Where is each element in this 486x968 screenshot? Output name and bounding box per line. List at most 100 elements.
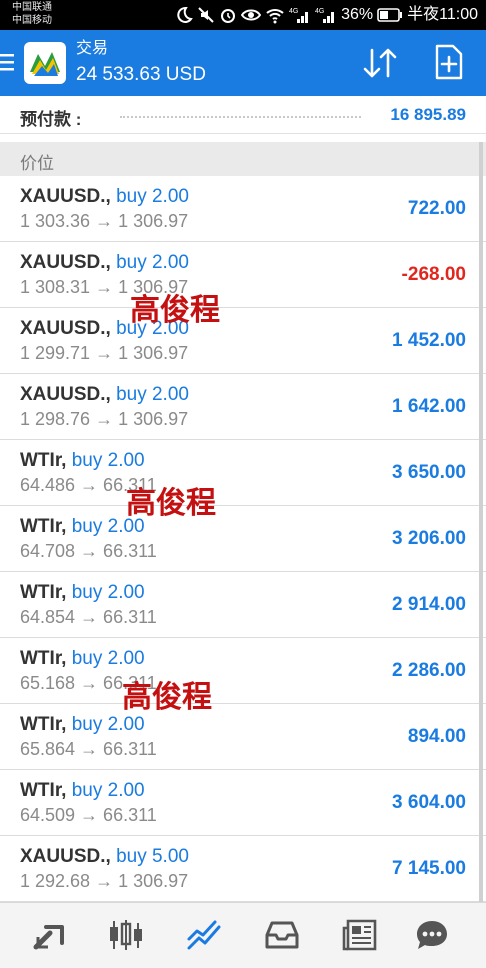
position-profit: 722.00 xyxy=(407,198,466,219)
position-prices: 65.864 → 66.311 xyxy=(20,739,157,759)
position-symbol: WTIr, xyxy=(20,780,67,801)
position-side: buy 2.00 xyxy=(71,714,145,735)
position-side: buy 2.00 xyxy=(71,582,145,603)
position-row[interactable]: WTIr, buy 2.00 64.708 → 66.311 3 206.00 xyxy=(0,506,486,572)
position-prices: 64.854 → 66.311 xyxy=(20,607,157,627)
position-title: XAUUSD., buy 2.00 xyxy=(20,186,189,208)
position-side: buy 2.00 xyxy=(71,450,145,471)
battery-icon xyxy=(377,8,403,22)
position-profit: 2 286.00 xyxy=(392,660,466,681)
margin-row: 预付款 : 16 895.89 xyxy=(0,96,486,134)
eye-icon xyxy=(241,9,262,21)
account-balance: 24 533.63 USD xyxy=(76,64,206,85)
position-profit: 3 650.00 xyxy=(392,462,466,483)
position-symbol: XAUUSD., xyxy=(20,384,111,405)
quotes-icon xyxy=(33,925,64,950)
metatrader-logo xyxy=(24,42,66,84)
signal-icon-1: 4G xyxy=(289,8,309,23)
position-symbol: XAUUSD., xyxy=(20,186,111,207)
watermark-text: 高俊程 xyxy=(130,293,220,328)
nav-quotes[interactable] xyxy=(30,917,70,953)
section-title: 价位 xyxy=(20,154,54,173)
position-row[interactable]: WTIr, buy 2.00 65.864 → 66.311 894.00 xyxy=(0,704,486,770)
position-profit: -268.00 xyxy=(401,264,466,285)
position-profit: 2 914.00 xyxy=(392,594,466,615)
position-profit: 1 642.00 xyxy=(392,396,466,417)
position-row[interactable]: WTIr, buy 2.00 64.486 → 66.311 3 650.00 xyxy=(0,440,486,506)
position-profit: 894.00 xyxy=(407,726,466,747)
sort-icon[interactable] xyxy=(362,46,398,80)
position-row[interactable]: XAUUSD., buy 2.00 1 299.71 → 1 306.97 1 45… xyxy=(0,308,486,374)
position-side: buy 2.00 xyxy=(116,384,189,405)
nav-news[interactable] xyxy=(340,917,380,953)
svg-text:4G: 4G xyxy=(289,8,298,15)
position-symbol: XAUUSD., xyxy=(20,318,111,339)
nav-chat[interactable] xyxy=(412,917,452,953)
positions-list: XAUUSD., buy 2.00 1 303.36 → 1 306.97 722.… xyxy=(0,176,486,902)
news-icon xyxy=(342,919,377,951)
scrollbar[interactable] xyxy=(479,142,483,902)
position-prices: 1 292.68 → 1 306.97 xyxy=(20,871,189,891)
position-symbol: XAUUSD., xyxy=(20,846,111,867)
position-row[interactable]: XAUUSD., buy 2.00 1 298.76 → 1 306.97 1 64… xyxy=(0,374,486,440)
battery-percent: 36% xyxy=(341,6,374,23)
wifi-icon xyxy=(266,9,284,24)
position-title: WTIr, buy 2.00 xyxy=(20,582,145,604)
bottom-nav xyxy=(0,902,486,968)
watermark-text: 高俊程 xyxy=(126,486,216,521)
position-row[interactable]: WTIr, buy 2.00 64.854 → 66.311 2 914.00 xyxy=(0,572,486,638)
signal-icon-2: 4G xyxy=(315,8,335,23)
nav-history[interactable] xyxy=(262,917,302,953)
position-side: buy 2.00 xyxy=(71,780,145,801)
menu-icon[interactable] xyxy=(0,52,16,72)
position-symbol: WTIr, xyxy=(20,582,67,603)
position-title: WTIr, buy 2.00 xyxy=(20,450,145,472)
position-side: buy 2.00 xyxy=(116,252,189,273)
position-symbol: WTIr, xyxy=(20,516,67,537)
position-prices: 64.708 → 66.311 xyxy=(20,541,157,561)
position-side: buy 5.00 xyxy=(116,846,189,867)
nav-chart[interactable] xyxy=(106,917,146,953)
trade-icon xyxy=(187,920,221,950)
svg-text:4G: 4G xyxy=(315,8,324,15)
nav-trade[interactable] xyxy=(184,917,224,953)
mute-icon xyxy=(198,7,214,23)
position-symbol: XAUUSD., xyxy=(20,252,111,273)
chat-icon xyxy=(417,921,447,949)
position-symbol: WTIr, xyxy=(20,648,67,669)
status-icons: 4G 4G 36% 半夜11:00 xyxy=(175,5,478,25)
chart-icon xyxy=(110,920,142,950)
position-side: buy 2.00 xyxy=(116,186,189,207)
position-profit: 7 145.00 xyxy=(392,858,466,879)
position-profit: 3 604.00 xyxy=(392,792,466,813)
alarm-icon xyxy=(221,9,236,23)
position-title: XAUUSD., buy 5.00 xyxy=(20,846,189,868)
position-profit: 3 206.00 xyxy=(392,528,466,549)
dotted-leader xyxy=(120,116,361,118)
watermark-text: 高俊程 xyxy=(122,680,212,715)
carrier-label-2: 中国移动 xyxy=(12,15,52,26)
app-bar: 交易 24 533.63 USD xyxy=(0,30,486,96)
margin-label: 预付款 : xyxy=(20,110,82,129)
margin-value: 16 895.89 xyxy=(390,105,466,124)
position-side: buy 2.00 xyxy=(71,648,145,669)
position-title: WTIr, buy 2.00 xyxy=(20,648,145,670)
app-title: 交易 xyxy=(76,40,109,57)
position-row[interactable]: XAUUSD., buy 2.00 1 308.31 → 1 306.97 -268… xyxy=(0,242,486,308)
position-profit: 1 452.00 xyxy=(392,330,466,351)
position-symbol: WTIr, xyxy=(20,450,67,471)
position-prices: 1 299.71 → 1 306.97 xyxy=(20,343,189,363)
new-order-icon[interactable] xyxy=(434,44,464,80)
position-row[interactable]: XAUUSD., buy 2.00 1 303.36 → 1 306.97 722.… xyxy=(0,176,486,242)
section-header: 价位 xyxy=(0,142,486,176)
status-bar: 中国联通 中国移动 4G 4G 36% 半夜11:00 xyxy=(0,0,486,30)
clock: 半夜11:00 xyxy=(407,6,478,23)
position-prices: 1 303.36 → 1 306.97 xyxy=(20,211,189,231)
position-row[interactable]: WTIr, buy 2.00 64.509 → 66.311 3 604.00 xyxy=(0,770,486,836)
position-row[interactable]: WTIr, buy 2.00 65.168 → 66.311 2 286.00 xyxy=(0,638,486,704)
position-title: XAUUSD., buy 2.00 xyxy=(20,384,189,406)
position-row[interactable]: XAUUSD., buy 5.00 1 292.68 → 1 306.97 7 14… xyxy=(0,836,486,902)
position-title: XAUUSD., buy 2.00 xyxy=(20,252,189,274)
position-title: WTIr, buy 2.00 xyxy=(20,780,145,802)
position-prices: 1 298.76 → 1 306.97 xyxy=(20,409,189,429)
